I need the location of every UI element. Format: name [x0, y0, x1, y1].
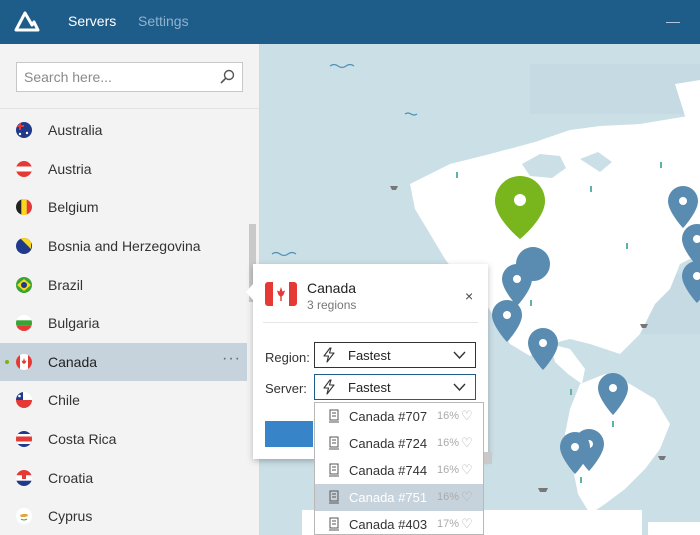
server-load: 16% [437, 437, 460, 449]
tab-settings[interactable]: Settings [138, 13, 189, 29]
server-select-value: Fastest [348, 380, 391, 395]
brazil-flag-icon [16, 277, 32, 293]
canada-flag-icon [16, 354, 32, 370]
server-label: Server: [265, 381, 307, 396]
popup-arrow [246, 284, 253, 300]
server-icon [329, 436, 339, 450]
favorite-heart-icon[interactable]: ♡ [461, 408, 473, 424]
sidebar-item-austria[interactable]: Austria [0, 150, 247, 188]
sidebar-item-label: Chile [48, 392, 80, 408]
connect-button[interactable] [265, 421, 313, 447]
server-option[interactable]: Canada #403 17% ♡ [315, 511, 483, 534]
dropdown-scrollbar[interactable] [484, 452, 492, 464]
server-load: 16% [437, 410, 460, 422]
region-select[interactable]: Fastest [314, 342, 476, 368]
croatia-flag-icon [16, 470, 32, 486]
chevron-down-icon [453, 383, 466, 391]
location-pin-icon[interactable] [558, 430, 592, 476]
sidebar-item-brazil[interactable]: Brazil [0, 266, 247, 304]
lightning-icon [323, 347, 335, 363]
server-option[interactable]: Canada #707 16% ♡ [315, 403, 483, 430]
server-load: 17% [437, 518, 460, 530]
sidebar-item-label: Bosnia and Herzegovina [48, 238, 201, 254]
sidebar-item-croatia[interactable]: Croatia [0, 459, 247, 497]
server-option[interactable]: Canada #744 16% ♡ [315, 457, 483, 484]
server-option-name: Canada #403 [349, 517, 428, 532]
tab-servers[interactable]: Servers [68, 13, 116, 29]
sidebar-item-label: Austria [48, 161, 92, 177]
minimize-button[interactable]: — [666, 13, 680, 29]
region-select-value: Fastest [348, 348, 391, 363]
search-input[interactable] [24, 68, 209, 86]
canada-flag-icon [265, 282, 297, 306]
server-select[interactable]: Fastest [314, 374, 476, 400]
austria-flag-icon [16, 161, 32, 177]
sidebar-item-label: Bulgaria [48, 315, 100, 331]
sidebar-item-costa-rica[interactable]: Costa Rica [0, 420, 247, 458]
sidebar-item-bosnia-and-herzegovina[interactable]: Bosnia and Herzegovina [0, 227, 247, 265]
sidebar-item-bulgaria[interactable]: Bulgaria [0, 304, 247, 342]
sidebar-item-cyprus[interactable]: Cyprus [0, 497, 247, 535]
server-option[interactable]: Canada #751 16% ♡ [315, 484, 483, 511]
sidebar-item-label: Brazil [48, 277, 84, 293]
lightning-icon [323, 379, 335, 395]
server-option-name: Canada #707 [349, 409, 428, 424]
server-option-name: Canada #744 [349, 463, 428, 478]
favorite-heart-icon[interactable]: ♡ [461, 489, 473, 505]
favorite-heart-icon[interactable]: ♡ [461, 516, 473, 532]
popup-subtitle: 3 regions [307, 298, 357, 312]
search-box [16, 62, 243, 92]
popup-title: Canada [307, 280, 357, 296]
bulgaria-flag-icon [16, 315, 32, 331]
server-load: 16% [437, 464, 460, 476]
server-load: 16% [437, 491, 460, 503]
sidebar-item-label: Costa Rica [48, 431, 117, 447]
server-icon [329, 463, 339, 477]
selected-location-pin-icon[interactable] [492, 174, 548, 242]
sidebar: Australia Austria Belgium Bosnia and Her… [0, 44, 260, 535]
popup-divider [263, 322, 478, 323]
search-icon[interactable] [219, 69, 235, 85]
region-label: Region: [265, 350, 310, 365]
server-icon [329, 517, 339, 531]
server-icon [329, 409, 339, 423]
sidebar-item-chile[interactable]: Chile [0, 381, 247, 419]
sidebar-item-belgium[interactable]: Belgium [0, 188, 247, 226]
favorite-heart-icon[interactable]: ♡ [461, 462, 473, 478]
cyprus-flag-icon [16, 508, 32, 524]
sidebar-item-australia[interactable]: Australia [0, 111, 247, 149]
sidebar-divider [0, 108, 259, 109]
server-option-name: Canada #751 [349, 490, 428, 505]
sidebar-item-label: Cyprus [48, 508, 93, 524]
australia-flag-icon [16, 122, 32, 138]
server-option[interactable]: Canada #724 16% ♡ [315, 430, 483, 457]
costa-rica-flag-icon [16, 431, 32, 447]
bosnia-flag-icon [16, 238, 32, 254]
chile-flag-icon [16, 392, 32, 408]
location-pin-icon[interactable] [680, 259, 700, 305]
sidebar-item-label: Australia [48, 122, 103, 138]
chevron-down-icon [453, 351, 466, 359]
sidebar-item-label: Belgium [48, 199, 99, 215]
connected-dot [5, 360, 9, 364]
close-icon[interactable]: × [465, 288, 473, 304]
map-bottom-panel-right [648, 522, 700, 535]
sidebar-item-label: Canada [48, 354, 98, 370]
more-options-button[interactable]: ··· [222, 350, 241, 368]
sidebar-item-label: Croatia [48, 470, 94, 486]
nordvpn-logo-icon [14, 11, 40, 32]
server-dropdown: Canada #707 16% ♡ Canada #724 16% ♡ Cana… [314, 402, 484, 535]
server-option-name: Canada #724 [349, 436, 428, 451]
location-pin-icon[interactable] [526, 326, 560, 372]
favorite-heart-icon[interactable]: ♡ [461, 435, 473, 451]
server-icon [329, 490, 339, 504]
location-pin-icon[interactable] [596, 371, 630, 417]
location-pin-icon[interactable] [490, 298, 524, 344]
sidebar-item-canada[interactable]: Canada ··· [0, 343, 247, 381]
belgium-flag-icon [16, 199, 32, 215]
top-bar: Servers Settings — [0, 0, 700, 44]
